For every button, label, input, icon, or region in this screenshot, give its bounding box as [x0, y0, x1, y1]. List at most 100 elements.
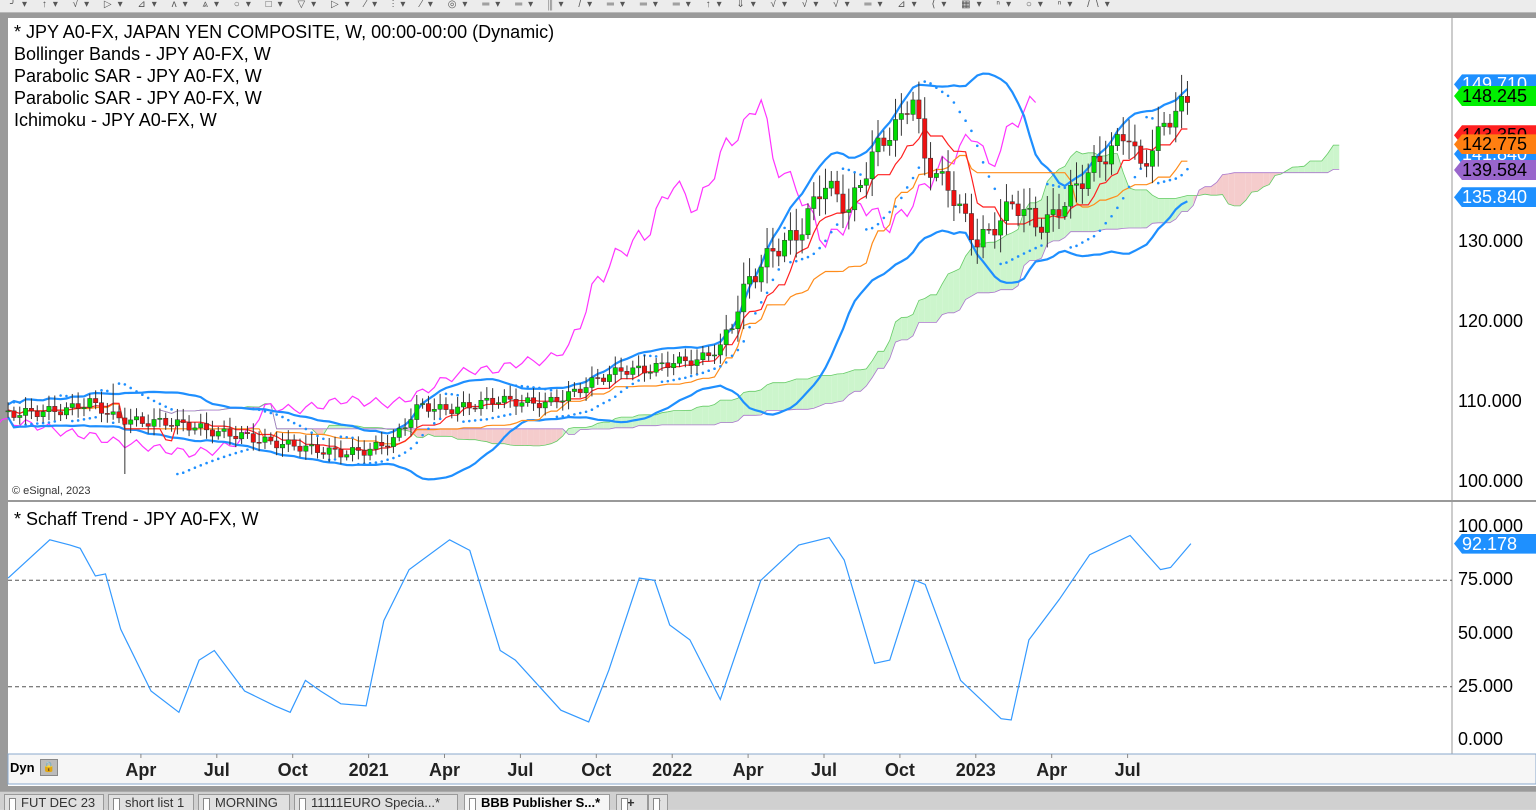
sar-dot — [182, 471, 185, 474]
ichimoku-cloud-segment — [1106, 153, 1112, 229]
sar-dot — [731, 354, 734, 357]
sar-dot — [783, 227, 786, 230]
sar-dot — [153, 400, 156, 403]
candle-body — [164, 418, 168, 425]
sar-dot — [690, 375, 693, 378]
candle-body — [543, 402, 547, 408]
sar-dot — [637, 379, 640, 382]
sar-dot — [445, 393, 448, 396]
sar-dot — [807, 256, 810, 259]
sar-dot — [631, 383, 634, 386]
sar-dot — [275, 413, 278, 416]
tab-fut-dec-23[interactable]: FUT DEC 23 — [4, 794, 104, 810]
sar-dot — [36, 422, 39, 425]
candle-body — [222, 429, 226, 432]
ichimoku-cloud-segment — [516, 429, 522, 446]
sar-dot — [620, 391, 623, 394]
candle-body — [829, 181, 833, 188]
candle-body — [864, 179, 868, 186]
tab-short-list-1[interactable]: short list 1 — [108, 794, 194, 810]
ichimoku-cloud-segment — [720, 400, 726, 422]
candle-body — [385, 446, 389, 447]
candle-body — [566, 392, 570, 401]
candle-body — [771, 248, 775, 251]
candle-body — [724, 330, 728, 345]
ichimoku-cloud-segment — [1100, 156, 1106, 231]
ichimoku-cloud-segment — [539, 429, 545, 446]
sar-dot — [999, 263, 1002, 266]
sar-dot — [702, 372, 705, 375]
candle-body — [531, 398, 535, 404]
sar-dot — [147, 397, 150, 400]
sar-dot — [626, 386, 629, 389]
sar-dot — [1110, 215, 1113, 218]
candle-body — [403, 428, 407, 429]
candle-body — [619, 368, 623, 372]
ichimoku-cloud-segment — [522, 429, 528, 446]
ichimoku-cloud-segment — [1147, 190, 1153, 228]
sar-dot — [742, 340, 745, 343]
candle-body — [117, 412, 121, 418]
candle-body — [812, 197, 816, 209]
tab-morning[interactable]: MORNING — [198, 794, 290, 810]
candle-body — [1121, 134, 1125, 141]
sar-dot — [53, 420, 56, 423]
sar-dot — [503, 414, 506, 417]
legend-line-ichimoku: Ichimoku - JPY A0-FX, W — [14, 109, 554, 131]
candle-body — [847, 210, 851, 213]
tab-euro-special[interactable]: 11111EURO Specia...* — [294, 794, 458, 810]
dynamic-scale-label[interactable]: Dyn — [10, 760, 35, 775]
candle-body — [887, 140, 891, 145]
candle-body — [1168, 123, 1172, 127]
sar-dot — [217, 458, 220, 461]
candle-body — [666, 363, 670, 368]
ichimoku-cloud-segment — [475, 429, 481, 441]
candle-body — [444, 404, 448, 409]
schaff-axis-label: 75.000 — [1458, 569, 1513, 590]
candle-body — [304, 446, 308, 451]
candle-body — [111, 412, 115, 415]
sar-dot — [602, 402, 605, 405]
time-axis-label: Apr — [429, 760, 460, 781]
sar-dot — [386, 458, 389, 461]
price-axis-label: 120.000 — [1458, 311, 1523, 332]
sar-dot — [1151, 117, 1154, 120]
candle-body — [496, 403, 500, 404]
candle-body — [467, 402, 471, 408]
sar-dot — [1180, 174, 1183, 177]
sar-dot — [579, 412, 582, 415]
sar-dot — [929, 82, 932, 85]
candle-body — [1028, 208, 1032, 209]
ichimoku-cloud-segment — [446, 429, 452, 437]
candle-body — [93, 398, 97, 402]
sar-dot — [853, 171, 856, 174]
ichimoku-cloud-segment — [679, 410, 685, 425]
tab-bbb-publisher[interactable]: BBB Publisher S...* — [464, 794, 610, 810]
candle-body — [128, 420, 132, 424]
ichimoku-cloud-segment — [931, 295, 937, 323]
ichimoku-cloud-segment — [837, 374, 843, 402]
sar-dot — [369, 462, 372, 465]
sar-dot — [556, 416, 559, 419]
time-axis-label: Apr — [1036, 760, 1067, 781]
sar-dot — [894, 205, 897, 208]
ichimoku-cloud-segment — [1234, 173, 1240, 206]
candle-body — [99, 403, 103, 414]
candle-body — [461, 402, 465, 407]
sar-dot — [801, 258, 804, 261]
ichimoku-cloud-segment — [732, 398, 738, 422]
candle-body — [648, 372, 652, 373]
sar-dot — [958, 111, 961, 114]
candle-body — [683, 357, 687, 361]
sar-dot — [164, 405, 167, 408]
candle-body — [917, 100, 921, 119]
candle-body — [292, 440, 296, 446]
sar-dot — [223, 456, 226, 459]
ichimoku-cloud-segment — [808, 377, 814, 410]
sar-dot — [795, 260, 798, 263]
ichimoku-cloud-segment — [1082, 153, 1088, 232]
candle-body — [1139, 146, 1143, 163]
lock-icon[interactable]: 🔒 — [40, 759, 58, 776]
add-tab-button[interactable]: + — [616, 794, 648, 810]
tab-menu-chevron-icon[interactable]: ▾ — [648, 794, 668, 810]
